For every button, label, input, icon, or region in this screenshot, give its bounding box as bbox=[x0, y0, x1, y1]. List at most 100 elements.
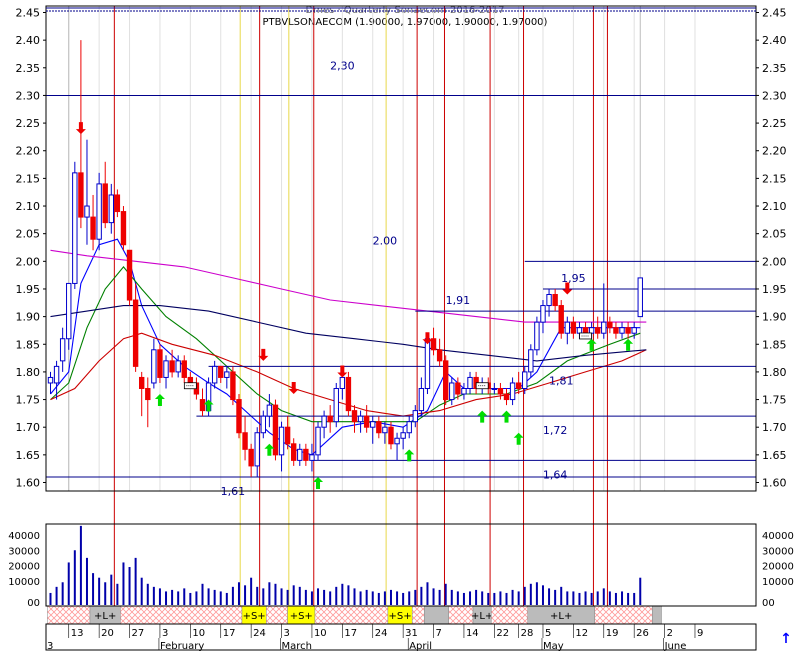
price-tick-label-right: 2.15 bbox=[762, 172, 787, 185]
candle-body-down bbox=[376, 421, 382, 434]
price-tick-label-right: 1.75 bbox=[762, 394, 787, 407]
candle-body-up bbox=[418, 388, 425, 412]
signal-band-grey bbox=[652, 605, 662, 625]
month-label: February bbox=[160, 641, 204, 651]
day-tick-label: 9 bbox=[697, 628, 703, 639]
signal-band-hatch bbox=[266, 605, 288, 625]
candle-body-down bbox=[120, 211, 127, 246]
price-tick-label-right: 1.90 bbox=[762, 311, 787, 324]
candle-body-down bbox=[558, 305, 564, 334]
day-tick-label: 14 bbox=[466, 628, 479, 639]
price-tick-label-right: 2.25 bbox=[762, 117, 787, 130]
candle-body-up bbox=[540, 305, 546, 323]
buy-arrow-icon bbox=[623, 338, 634, 351]
candle-body-up bbox=[357, 415, 364, 423]
candle-body-up bbox=[315, 426, 321, 456]
candle-body-down bbox=[570, 321, 577, 334]
candle-body-up bbox=[254, 432, 260, 467]
signal-band-hatch bbox=[47, 605, 91, 625]
candle-body-up bbox=[576, 327, 583, 334]
day-tick-label: 12 bbox=[575, 628, 588, 639]
price-tick-label-right: 2.30 bbox=[762, 89, 787, 102]
price-tick-label-left: 2.25 bbox=[16, 117, 41, 130]
candle-body-down bbox=[497, 388, 504, 395]
candle-body-up bbox=[266, 404, 273, 417]
day-tick-label: 19 bbox=[606, 628, 619, 639]
price-tick-label-right: 1.65 bbox=[762, 449, 787, 462]
day-tick-label: 27 bbox=[132, 628, 145, 639]
signal-band-hatch bbox=[314, 605, 389, 625]
candle-body-down bbox=[181, 360, 187, 378]
price-tick-label-left: 2.30 bbox=[16, 89, 41, 102]
candle-body-down bbox=[272, 404, 279, 456]
candle-body-up bbox=[224, 371, 230, 378]
candle-body-down bbox=[102, 183, 108, 224]
candle-body-up bbox=[47, 376, 54, 384]
candle-body-up bbox=[211, 365, 218, 384]
day-tick-label: 28 bbox=[521, 628, 534, 639]
candle-body-down bbox=[351, 410, 358, 423]
buy-arrow-icon bbox=[404, 449, 415, 462]
candle-body-up bbox=[509, 382, 516, 401]
price-tick-label-left: 2.00 bbox=[16, 255, 41, 268]
price-tick-label-left: 1.95 bbox=[16, 283, 41, 296]
candle-body-down bbox=[613, 327, 619, 334]
volume-tick-label-right: 10000 bbox=[762, 577, 794, 588]
candle-body-up bbox=[564, 321, 570, 334]
candle-body-up bbox=[528, 349, 534, 373]
support-line-label: 1,81 bbox=[549, 374, 574, 387]
support-line-label: 1,95 bbox=[561, 272, 586, 285]
candle-body-up bbox=[309, 454, 315, 461]
volume-baseline-label: 00 bbox=[762, 598, 775, 609]
day-tick-label: 31 bbox=[405, 628, 418, 639]
day-tick-label: 3 bbox=[162, 628, 168, 639]
candle-body-up bbox=[467, 376, 473, 389]
signal-band-label: +L+ bbox=[94, 611, 116, 622]
price-tick-label-left: 2.05 bbox=[16, 228, 41, 241]
candle-body-up bbox=[601, 321, 607, 334]
day-tick-label: 13 bbox=[71, 628, 84, 639]
candle-body-up bbox=[631, 327, 637, 334]
volume-panel-frame bbox=[45, 523, 757, 607]
candle-body-down bbox=[132, 299, 139, 367]
candle-body-down bbox=[443, 360, 449, 401]
candle-body-down bbox=[363, 415, 370, 428]
price-tick-label-left: 2.20 bbox=[16, 145, 41, 158]
candle-body-up bbox=[449, 382, 455, 401]
candle-body-down bbox=[388, 426, 394, 445]
candle-body-down bbox=[236, 399, 242, 434]
candle-body-up bbox=[66, 282, 72, 340]
scroll-up-arrow-icon: ↑ bbox=[780, 631, 792, 647]
signal-band-label: +L+ bbox=[550, 611, 572, 622]
candle-body-down bbox=[436, 349, 443, 362]
month-label: May bbox=[543, 641, 564, 651]
price-tick-label-right: 1.70 bbox=[762, 421, 787, 434]
price-tick-label-left: 1.90 bbox=[16, 311, 41, 324]
day-tick-label: 17 bbox=[223, 628, 236, 639]
candle-body-down bbox=[145, 388, 151, 401]
candle-body-down bbox=[503, 393, 510, 401]
month-label: April bbox=[409, 641, 432, 651]
candle-body-down bbox=[90, 216, 96, 240]
candle-body-down bbox=[625, 327, 631, 334]
day-tick-label: 7 bbox=[436, 628, 442, 639]
candle-body-up bbox=[297, 448, 303, 461]
signal-band-grey bbox=[424, 605, 449, 625]
price-tick-label-right: 1.80 bbox=[762, 366, 787, 379]
candle-body-up bbox=[260, 415, 267, 434]
support-line-label: 1,64 bbox=[543, 468, 568, 481]
price-tick-label-right: 2.45 bbox=[762, 7, 787, 20]
day-tick-label: 10 bbox=[192, 628, 205, 639]
candle-body-down bbox=[284, 426, 291, 445]
day-tick-label: 26 bbox=[636, 628, 649, 639]
candle-body-up bbox=[72, 172, 78, 284]
price-tick-label-right: 2.00 bbox=[762, 255, 787, 268]
candle-body-up bbox=[84, 205, 90, 218]
left-edge-label: 3 bbox=[47, 641, 53, 651]
candle-body-up bbox=[522, 371, 528, 390]
price-tick-label-left: 2.10 bbox=[16, 200, 41, 213]
signal-band-label: +L+ bbox=[471, 611, 493, 622]
buy-arrow-icon bbox=[513, 432, 524, 445]
candle-body-up bbox=[333, 388, 339, 423]
ma-short-line bbox=[50, 238, 641, 456]
